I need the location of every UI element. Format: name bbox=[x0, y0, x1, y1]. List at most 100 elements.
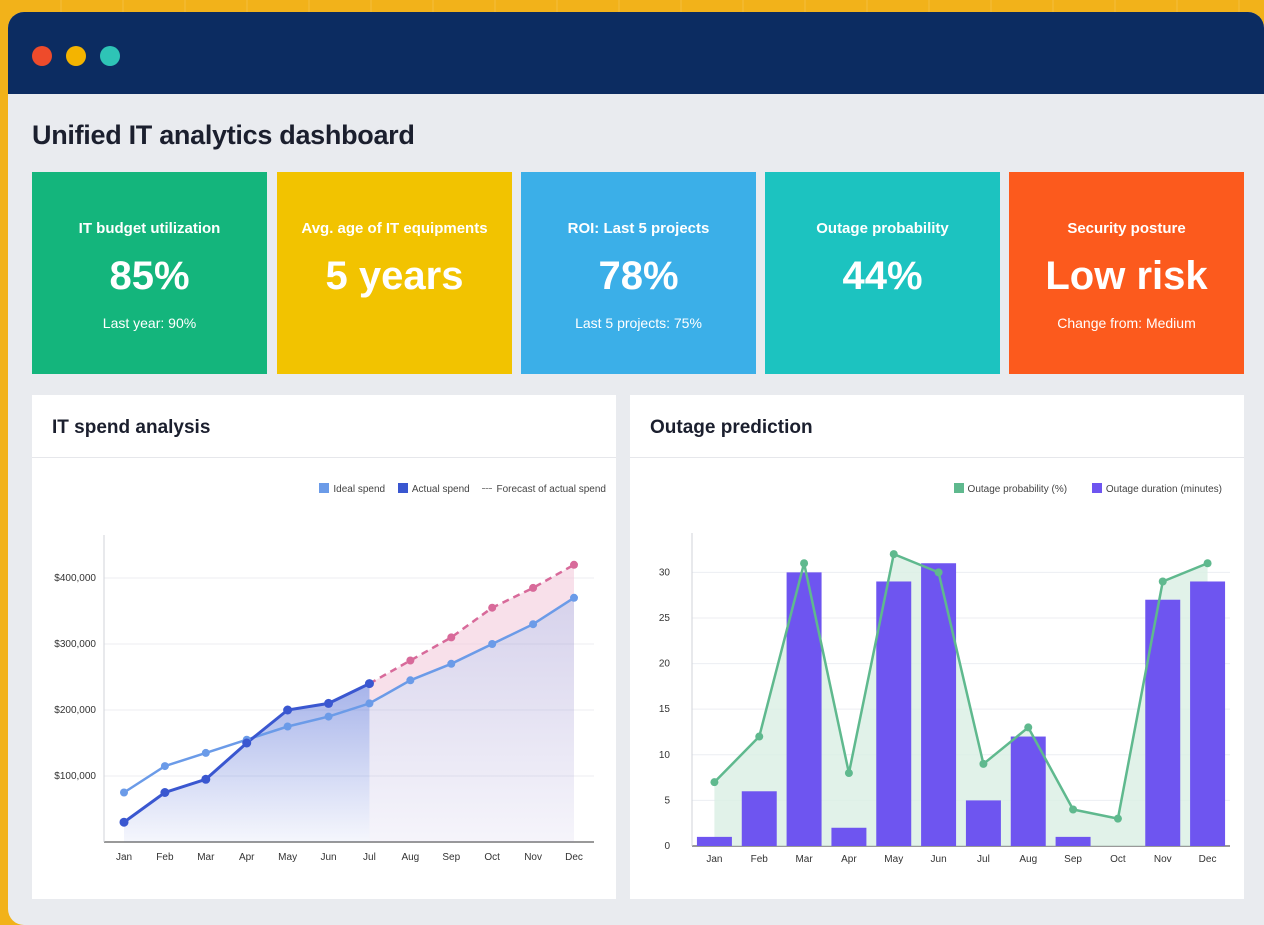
probability-point bbox=[1024, 723, 1033, 732]
minimize-window-button[interactable] bbox=[66, 46, 86, 66]
duration-bar bbox=[876, 581, 912, 846]
forecast-point bbox=[447, 633, 456, 642]
forecast-point bbox=[570, 560, 578, 569]
ideal-point bbox=[570, 593, 578, 602]
kpi-card-outage-probability[interactable]: Outage probability 44% bbox=[765, 172, 1000, 374]
ideal-point bbox=[283, 722, 292, 731]
actual-point bbox=[324, 698, 334, 708]
kpi-title: Avg. age of IT equipments bbox=[301, 220, 488, 237]
kpi-value: 5 years bbox=[325, 254, 464, 298]
actual-point bbox=[283, 705, 293, 715]
x-tick-label: Mar bbox=[795, 854, 813, 865]
x-tick-label: May bbox=[884, 854, 903, 865]
duration-bar bbox=[1145, 599, 1181, 846]
x-tick-label: Aug bbox=[401, 852, 419, 863]
probability-point bbox=[979, 759, 988, 768]
kpi-value: Low risk bbox=[1045, 254, 1208, 298]
actual-point bbox=[364, 679, 374, 689]
kpi-card-budget[interactable]: IT budget utilization 85% Last year: 90% bbox=[32, 172, 267, 374]
kpi-card-roi[interactable]: ROI: Last 5 projects 78% Last 5 projects… bbox=[521, 172, 756, 374]
ideal-point bbox=[324, 712, 333, 721]
kpi-value: 78% bbox=[598, 254, 679, 298]
kpi-title: IT budget utilization bbox=[78, 220, 221, 237]
kpi-value: 44% bbox=[842, 254, 923, 298]
x-tick-label: Jun bbox=[931, 854, 947, 865]
outage-prediction-panel: Outage prediction Outage probability (%)… bbox=[630, 395, 1244, 899]
probability-point bbox=[755, 732, 764, 741]
x-tick-label: Jul bbox=[363, 852, 376, 863]
kpi-subtext: Change from: Medium bbox=[1057, 315, 1196, 331]
close-window-button[interactable] bbox=[32, 46, 52, 66]
kpi-title: ROI: Last 5 projects bbox=[567, 220, 710, 237]
x-tick-label: Apr bbox=[841, 854, 857, 865]
duration-bar bbox=[1055, 836, 1091, 846]
duration-bar bbox=[696, 836, 732, 846]
ideal-point bbox=[447, 659, 456, 668]
forecast-point bbox=[529, 583, 538, 592]
y-tick-label: 25 bbox=[659, 613, 671, 624]
y-tick-label: 10 bbox=[659, 750, 671, 761]
kpi-card-equipment-age[interactable]: Avg. age of IT equipments 5 years bbox=[277, 172, 512, 374]
y-tick-label: 5 bbox=[664, 795, 670, 806]
duration-bar bbox=[831, 827, 867, 846]
ideal-point bbox=[160, 762, 169, 771]
ideal-point bbox=[488, 640, 497, 648]
y-tick-label: 20 bbox=[659, 659, 671, 670]
x-tick-label: Oct bbox=[1110, 854, 1126, 865]
outage-chart: 0 5 10 15 20 25 30 Jan Feb Mar Apr May Jun Jul Aug Sep O… bbox=[659, 533, 1230, 865]
x-tick-label: Feb bbox=[156, 852, 174, 863]
ideal-point bbox=[201, 748, 210, 757]
duration-bar bbox=[1010, 736, 1046, 846]
x-tick-label: Oct bbox=[484, 852, 500, 863]
maximize-window-button[interactable] bbox=[100, 46, 120, 66]
spend-chart: $100,000 $200,000 $300,000 $400,000 Jan Feb Ma… bbox=[54, 535, 594, 863]
duration-bar bbox=[1190, 581, 1226, 846]
probability-point bbox=[934, 568, 943, 577]
x-tick-label: May bbox=[278, 852, 297, 863]
ideal-point bbox=[406, 676, 415, 685]
actual-point bbox=[242, 738, 252, 748]
ideal-point bbox=[120, 788, 128, 797]
kpi-subtext: Last year: 90% bbox=[102, 315, 197, 331]
y-tick-label: $400,000 bbox=[54, 573, 96, 584]
forecast-point bbox=[406, 656, 415, 665]
x-tick-label: Jun bbox=[320, 852, 336, 863]
probability-point bbox=[844, 769, 853, 778]
probability-point bbox=[1203, 559, 1212, 568]
probability-point bbox=[889, 550, 898, 559]
kpi-title: Security posture bbox=[1067, 220, 1186, 237]
actual-point bbox=[201, 774, 211, 784]
page-title: Unified IT analytics dashboard bbox=[32, 120, 415, 150]
x-tick-label: Jan bbox=[116, 852, 132, 863]
kpi-title: Outage probability bbox=[816, 220, 949, 237]
forecast-point bbox=[488, 603, 497, 612]
y-tick-label: 15 bbox=[659, 704, 671, 715]
x-tick-label: Jan bbox=[706, 854, 722, 865]
y-tick-label: 30 bbox=[659, 567, 671, 578]
x-tick-label: Feb bbox=[751, 854, 769, 865]
probability-point bbox=[710, 778, 719, 787]
x-tick-label: Nov bbox=[524, 852, 542, 863]
x-tick-label: Sep bbox=[442, 852, 460, 863]
window-titlebar bbox=[8, 12, 1264, 94]
x-tick-label: Aug bbox=[1019, 854, 1037, 865]
x-tick-label: Sep bbox=[1064, 854, 1082, 865]
y-tick-label: $200,000 bbox=[54, 705, 96, 716]
probability-point bbox=[800, 559, 809, 568]
y-tick-label: 0 bbox=[664, 841, 670, 852]
duration-bar bbox=[965, 800, 1001, 846]
x-tick-label: Nov bbox=[1154, 854, 1172, 865]
actual-point bbox=[160, 788, 170, 797]
kpi-value: 85% bbox=[109, 254, 190, 298]
ideal-point bbox=[529, 620, 538, 629]
dashboard-window: Unified IT analytics dashboard IT budget… bbox=[8, 12, 1264, 925]
x-tick-label: Jul bbox=[977, 854, 990, 865]
x-tick-label: Dec bbox=[1199, 854, 1217, 865]
kpi-card-security-posture[interactable]: Security posture Low risk Change from: M… bbox=[1009, 172, 1244, 374]
probability-point bbox=[1113, 814, 1122, 823]
probability-point bbox=[1158, 577, 1167, 586]
actual-point bbox=[119, 817, 129, 827]
y-tick-label: $300,000 bbox=[54, 639, 96, 650]
duration-bar bbox=[921, 563, 957, 846]
probability-point bbox=[1069, 805, 1078, 814]
